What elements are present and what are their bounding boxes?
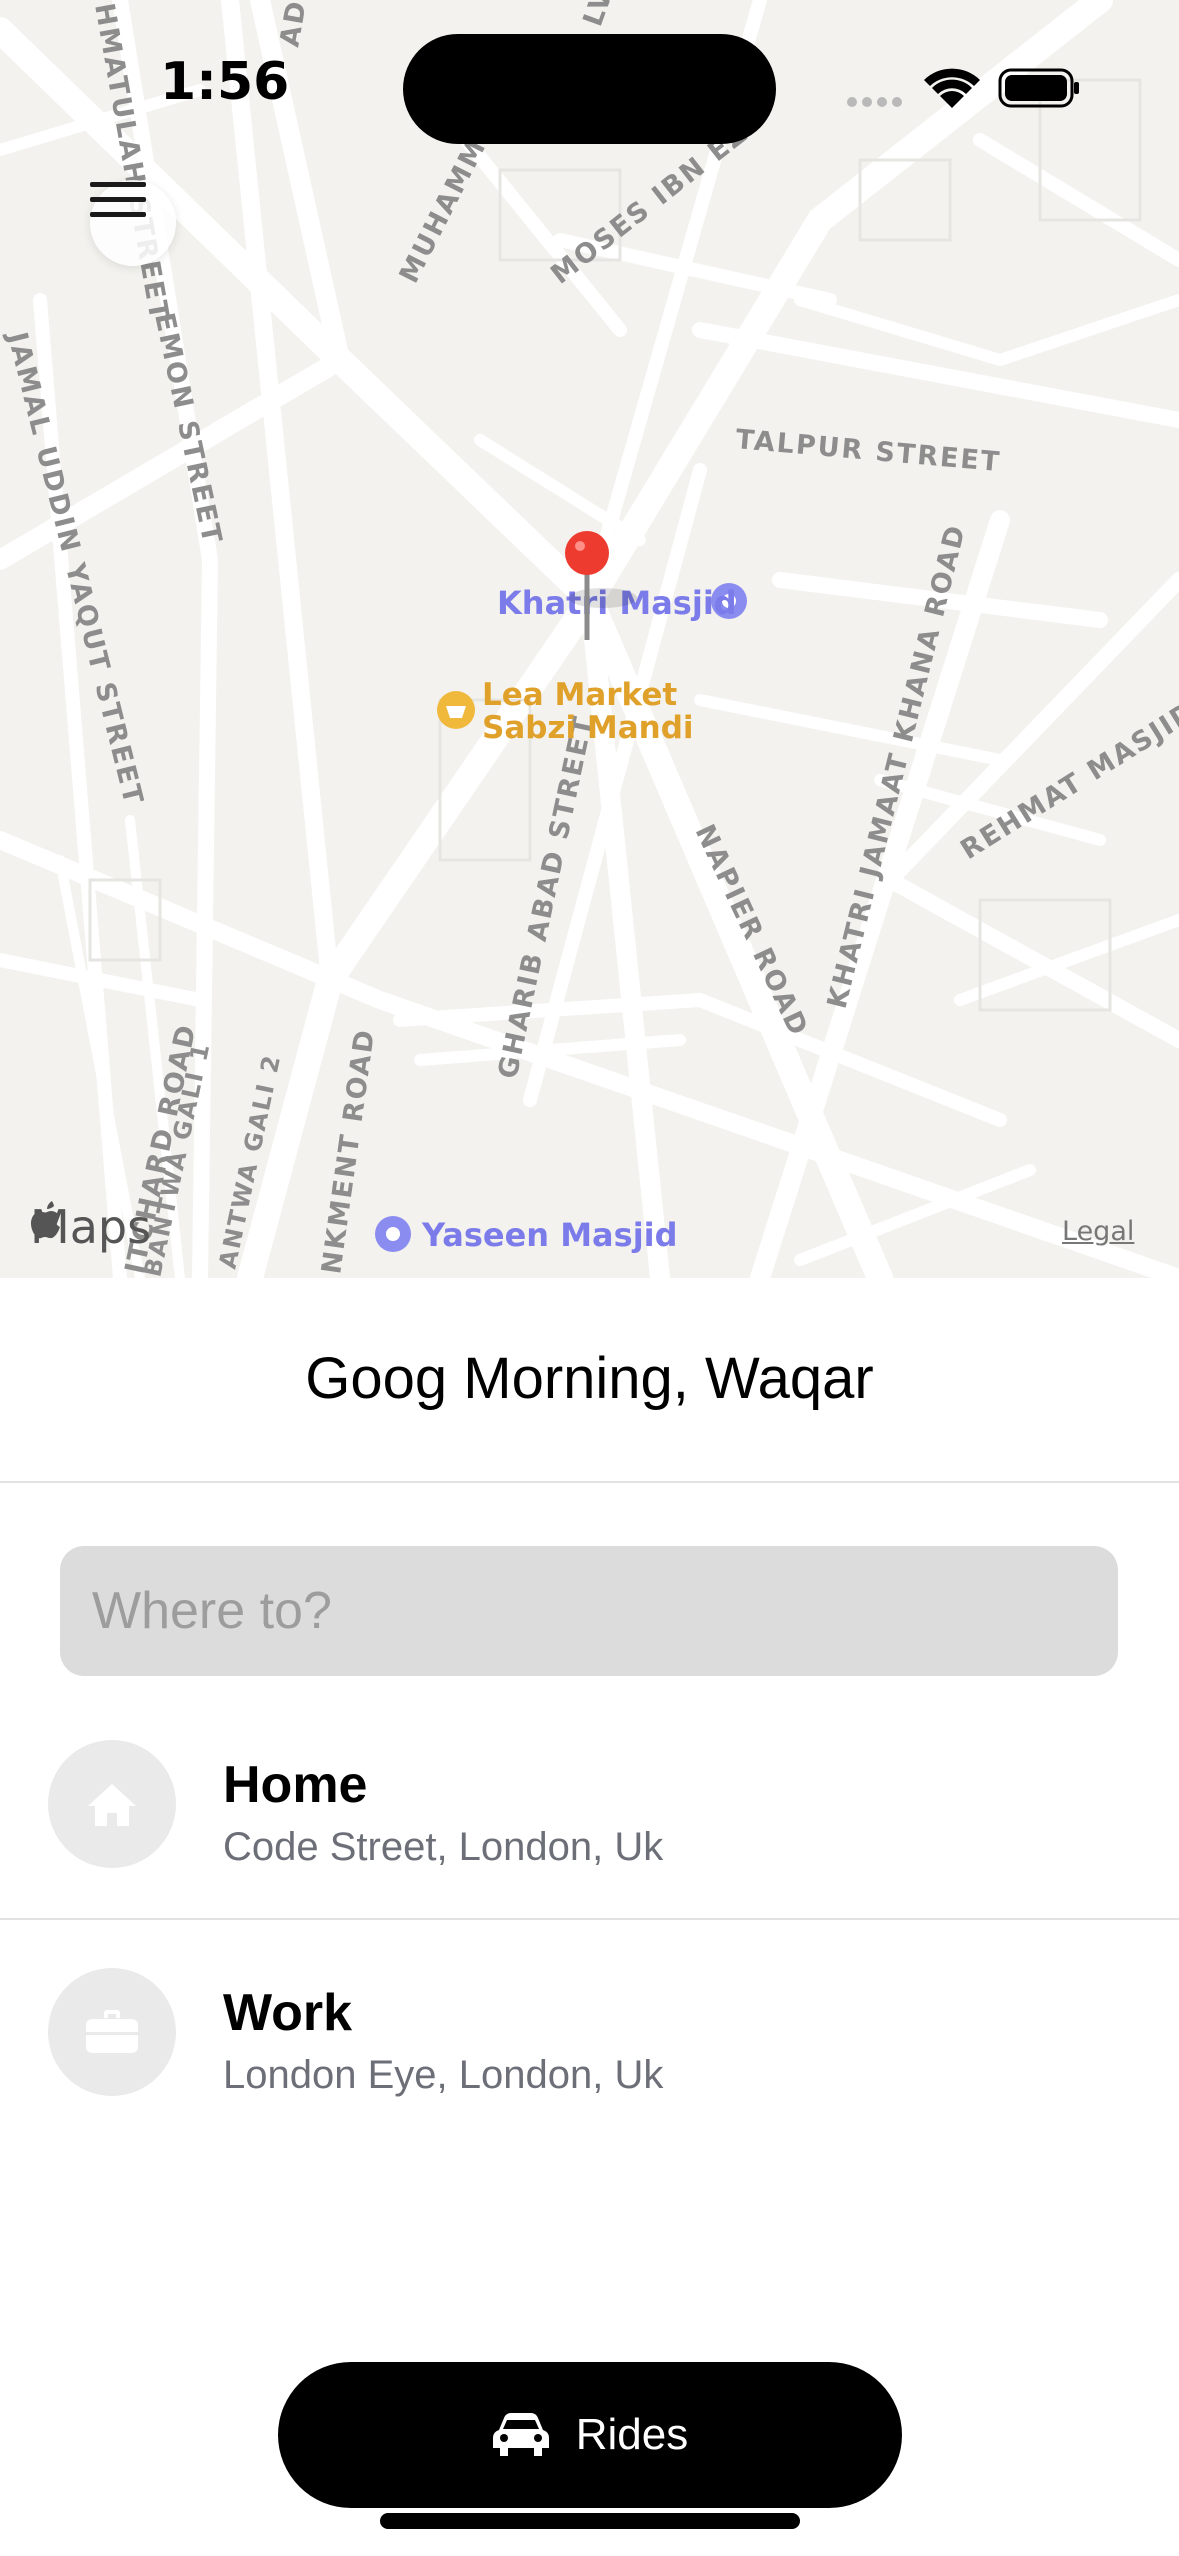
status-time: 1:56: [160, 52, 290, 112]
map-roads: MOSES IBN EZ TALPUR STREET KHATRI JAMAAT…: [0, 0, 1179, 1278]
street-label: LVA: [577, 0, 626, 30]
place-title: Work: [223, 1984, 353, 2042]
place-address: London Eye, London, Uk: [223, 2053, 664, 2097]
street-label: TALPUR STREET: [734, 424, 1002, 478]
greeting-text: Goog Morning, Waqar: [305, 1346, 874, 1411]
wifi-icon: [924, 68, 980, 108]
status-icons: [840, 62, 1080, 112]
destination-search-input[interactable]: Where to?: [60, 1546, 1118, 1676]
menu-button[interactable]: [90, 180, 176, 266]
poi-yaseen-masjid[interactable]: Yaseen Masjid: [421, 1216, 678, 1254]
battery-icon: [998, 68, 1079, 108]
place-icon-circle: [48, 1968, 176, 2096]
map-view[interactable]: MOSES IBN EZ TALPUR STREET KHATRI JAMAAT…: [0, 0, 1179, 1278]
street-label: NKMENT ROAD: [316, 1026, 381, 1275]
dynamic-island: [403, 34, 776, 144]
location-pin-icon[interactable]: [565, 531, 609, 575]
place-address: Code Street, London, Uk: [223, 1825, 664, 1869]
apple-maps-logo: Maps: [30, 1200, 151, 1254]
cellular-signal-icon: [847, 97, 902, 107]
apple-logo-icon: [30, 1201, 60, 1239]
divider: [0, 1481, 1179, 1483]
place-icon-circle: [48, 1740, 176, 1868]
legal-link[interactable]: Legal: [1062, 1216, 1134, 1247]
poi-lea-market-sub: Sabzi Mandi: [482, 710, 694, 746]
divider: [0, 1918, 1179, 1920]
hamburger-icon: [90, 182, 146, 217]
home-indicator[interactable]: [380, 2513, 800, 2529]
briefcase-icon: [86, 2010, 138, 2053]
house-icon: [88, 1784, 136, 1826]
street-label: MUHAMM: [394, 133, 493, 288]
saved-place-work[interactable]: Work London Eye, London, Uk: [0, 1951, 1179, 2121]
rides-label: Rides: [575, 2410, 689, 2459]
poi-lea-market[interactable]: Lea Market: [482, 677, 677, 713]
place-title: Home: [223, 1756, 368, 1814]
car-icon: [492, 2413, 549, 2456]
rides-button[interactable]: Rides: [278, 2362, 902, 2508]
saved-place-home[interactable]: Home Code Street, London, Uk: [0, 1723, 1179, 1893]
street-label: AD: [274, 0, 313, 49]
